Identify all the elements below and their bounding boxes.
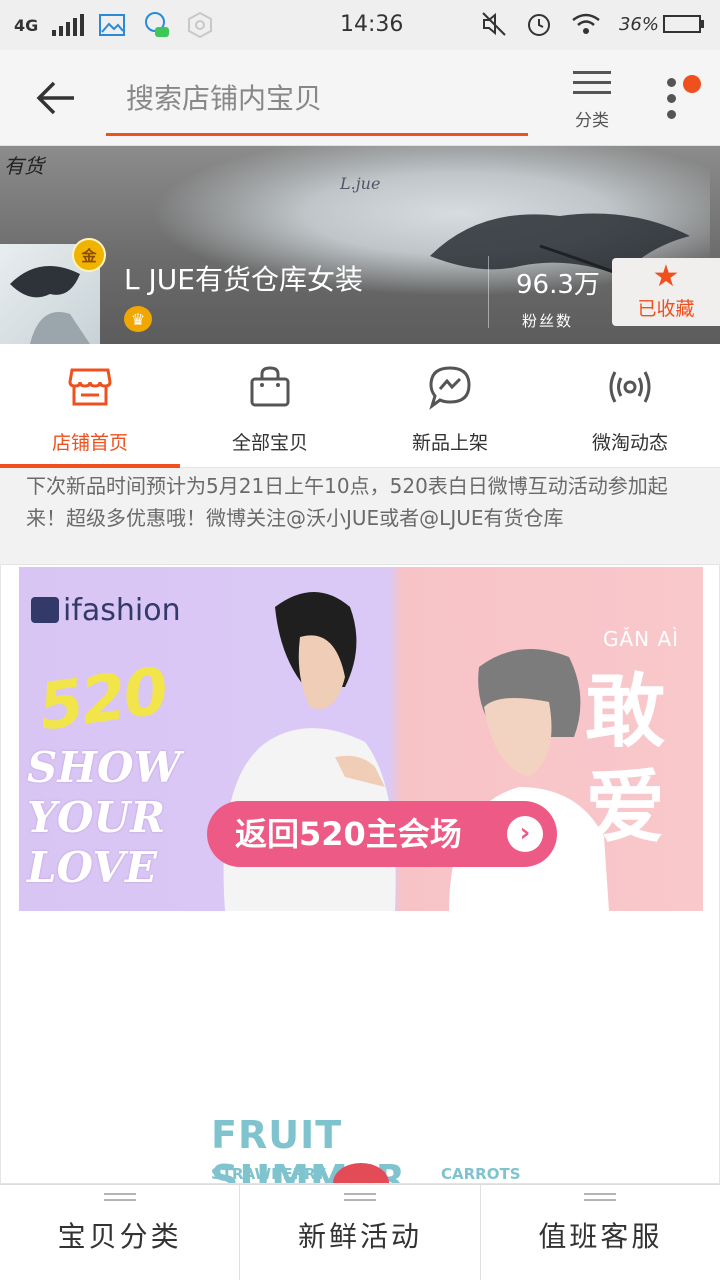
bottom-bar: 宝贝分类 新鲜活动 值班客服 <box>0 1184 720 1280</box>
favorite-label: 已收藏 <box>637 298 695 320</box>
chevron-right-icon: › <box>507 816 543 852</box>
favorite-button[interactable]: ★ 已收藏 <box>612 258 720 326</box>
shop-name: L JUE有货仓库女装 <box>124 263 363 296</box>
menu-grip-icon <box>103 1193 136 1205</box>
gold-seller-badge: 金 <box>72 238 106 272</box>
shop-notice: 下次新品时间预计为5月21日上午10点，520表白日微博互动活动参加起来！超级多… <box>0 468 720 564</box>
wifi-icon <box>572 13 600 34</box>
shop-content: ifashion 520 SHOW YOUR LOVE GǍN AÌ 敢爱 返回… <box>0 564 720 1184</box>
bottom-item-activities[interactable]: 新鲜活动 <box>240 1185 481 1280</box>
tab-all-items[interactable]: 全部宝贝 <box>180 344 360 467</box>
category-button[interactable]: 分类 <box>566 64 618 140</box>
promo-slogan: SHOW YOUR LOVE <box>27 743 181 892</box>
settings-hex-icon <box>188 11 213 39</box>
category-label: 分类 <box>575 111 609 131</box>
banner-logo: 有货 <box>4 154 44 178</box>
new-arrival-chat-icon <box>429 366 471 410</box>
qq-chat-icon <box>145 12 170 37</box>
back-arrow-icon[interactable] <box>34 78 78 118</box>
return-to-main-venue-button[interactable]: 返回520主会场 › <box>207 801 557 867</box>
star-icon: ★ <box>652 259 680 294</box>
bottom-item-label: 新鲜活动 <box>297 1220 422 1253</box>
fruit-left-label: STRAWBERRY <box>211 1165 326 1183</box>
ifashion-logo: ifashion <box>31 593 181 628</box>
search-header: 分类 <box>0 50 720 146</box>
tab-label: 微淘动态 <box>591 432 668 454</box>
tab-label: 店铺首页 <box>51 432 128 454</box>
bottom-item-label: 宝贝分类 <box>57 1220 182 1253</box>
promo-title: 敢爱 <box>585 664 665 854</box>
crown-icon: ♛ <box>124 306 152 332</box>
bottom-item-label: 值班客服 <box>538 1220 663 1253</box>
store-icon <box>68 368 112 406</box>
signal-icon <box>52 14 85 36</box>
tab-new-arrivals[interactable]: 新品上架 <box>360 344 540 467</box>
shopping-bag-icon <box>250 366 290 407</box>
menu-grip-icon <box>343 1193 376 1205</box>
network-type: 4G <box>14 15 39 35</box>
status-bar: 4G 14:36 36% <box>0 0 720 50</box>
tab-label: 全部宝贝 <box>231 432 308 454</box>
mute-icon <box>482 12 506 36</box>
battery-percent: 36% <box>618 13 659 35</box>
promo-model-right <box>449 649 609 911</box>
shop-banner: 有货 L.jue 金 L JUE有货仓库女装 ♛ 96.3万 粉丝数 ★ 已收藏 <box>0 146 720 344</box>
broadcast-icon <box>609 371 651 403</box>
fruit-right-label: CARROTS <box>441 1165 521 1183</box>
tab-shop-home[interactable]: 店铺首页 <box>0 344 180 469</box>
bottom-item-categories[interactable]: 宝贝分类 <box>0 1185 241 1280</box>
promo-520: 520 <box>34 654 172 746</box>
more-menu-button[interactable] <box>656 72 706 132</box>
alarm-icon <box>527 14 550 36</box>
bottom-item-customer-service[interactable]: 值班客服 <box>481 1185 720 1280</box>
search-box <box>106 70 528 136</box>
shop-tabs: 店铺首页 全部宝贝 新品上架 微淘动态 <box>0 344 720 469</box>
promo-pinyin: GǍN AÌ <box>603 627 680 651</box>
notification-dot <box>683 75 701 93</box>
search-input[interactable] <box>106 70 528 126</box>
gallery-icon <box>99 14 126 36</box>
fans-count: 96.3万 <box>516 270 600 300</box>
promo-banner[interactable]: ifashion 520 SHOW YOUR LOVE GǍN AÌ 敢爱 返回… <box>19 567 703 911</box>
battery-icon <box>663 15 704 33</box>
tab-weitao-feed[interactable]: 微淘动态 <box>540 344 720 467</box>
banner-script: L.jue <box>340 174 381 193</box>
clock: 14:36 <box>340 12 404 37</box>
fruit-summer-banner[interactable]: FRUIT SUMMER STRAWBERRY CARROTS <box>211 1113 531 1183</box>
tab-label: 新品上架 <box>411 432 488 454</box>
menu-grip-icon <box>584 1193 617 1205</box>
list-icon <box>573 71 611 94</box>
fans-label: 粉丝数 <box>522 312 574 330</box>
return-button-label: 返回520主会场 <box>235 815 462 853</box>
